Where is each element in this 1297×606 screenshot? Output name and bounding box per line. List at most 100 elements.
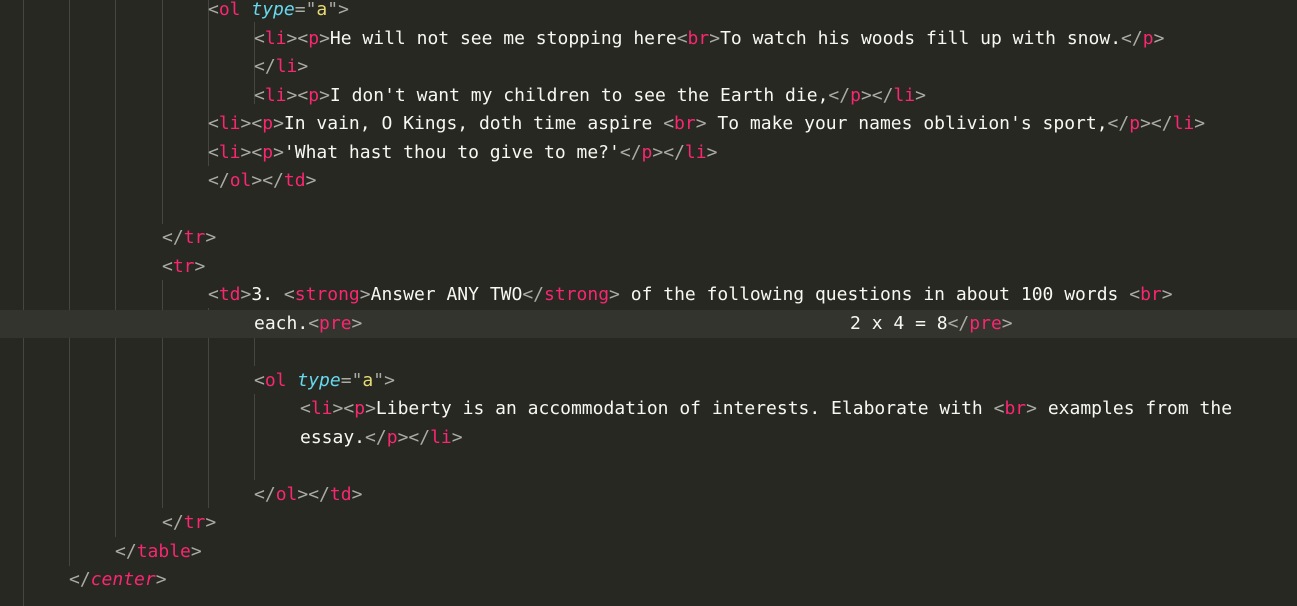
code-token: type: [251, 0, 295, 20]
code-line[interactable]: essay.</p></li>: [0, 424, 1297, 453]
code-token: p: [308, 27, 320, 49]
code-token: ></: [652, 141, 685, 163]
code-line[interactable]: </li>: [0, 53, 1297, 82]
code-token: >: [915, 84, 926, 106]
code-token: li: [218, 141, 241, 163]
code-token: 3.: [251, 284, 284, 305]
code-token: I don't want my children to see the Eart…: [329, 84, 829, 106]
code-token: ><: [240, 141, 263, 163]
code-token: In vain, O Kings, doth time aspire: [283, 113, 664, 134]
code-token: li: [218, 113, 241, 134]
code-token: li: [275, 56, 298, 77]
code-token: li: [893, 84, 916, 106]
code-token: >: [695, 113, 707, 134]
code-token: type: [297, 369, 341, 391]
code-token: tr: [172, 255, 195, 277]
code-line[interactable]: </table>: [0, 538, 1297, 567]
code-token: li: [264, 27, 287, 49]
code-line[interactable]: [0, 338, 1297, 367]
code-line[interactable]: <li><p>In vain, O Kings, doth time aspir…: [0, 110, 1297, 139]
code-token: </: [254, 56, 276, 77]
code-token: </: [254, 483, 276, 505]
code-token: td: [218, 284, 241, 305]
code-token: He will not see me stopping here: [329, 27, 677, 49]
code-token: strong: [544, 284, 610, 305]
code-token: ><: [286, 84, 309, 106]
code-token: <: [162, 255, 173, 277]
code-token: <: [663, 113, 675, 134]
code-token: </: [115, 540, 137, 562]
code-token: >: [351, 312, 363, 334]
code-token: </: [69, 569, 91, 590]
code-token: a: [362, 369, 374, 391]
code-line[interactable]: <li><p>He will not see me stopping here<…: [0, 25, 1297, 54]
code-token: =": [294, 0, 317, 20]
code-token: ol: [218, 0, 241, 20]
code-token: Liberty is an accommodation of interests…: [375, 398, 994, 419]
code-token: <: [1129, 284, 1141, 305]
code-line[interactable]: </ol></td>: [0, 481, 1297, 510]
code-token: =": [340, 369, 363, 391]
code-token: </: [619, 141, 642, 163]
code-token: ><: [332, 398, 355, 419]
code-token: </: [828, 84, 851, 106]
code-token: >: [706, 141, 718, 163]
code-token: >: [1161, 284, 1173, 305]
code-token: <: [308, 312, 320, 334]
code-token: center: [90, 569, 156, 590]
code-token: each.: [254, 312, 309, 334]
code-token: p: [262, 113, 274, 134]
code-token: <: [300, 398, 311, 419]
code-token: strong: [294, 284, 360, 305]
code-line[interactable]: <ol type="a">: [0, 0, 1297, 25]
code-token: <: [283, 284, 295, 305]
code-token: >: [1026, 398, 1037, 419]
code-token: <: [993, 398, 1005, 419]
code-token: </: [162, 227, 184, 248]
code-line[interactable]: [0, 196, 1297, 225]
code-token: pre: [319, 312, 352, 334]
code-token: li: [264, 84, 287, 106]
code-token: ></: [297, 483, 330, 505]
code-token: >: [1194, 113, 1206, 134]
code-token: ol: [275, 483, 298, 505]
code-token: p: [850, 84, 861, 106]
code-line[interactable]: </center>: [0, 566, 1297, 595]
code-token: p: [1129, 113, 1141, 134]
code-token: li: [1172, 113, 1195, 134]
code-line[interactable]: <li><p>I don't want my children to see t…: [0, 82, 1297, 111]
code-token: essay.: [300, 426, 366, 448]
code-token: br: [687, 27, 710, 49]
code-token: >: [273, 141, 284, 163]
code-token: ></: [1140, 113, 1173, 134]
code-line[interactable]: </ol></td>: [0, 167, 1297, 196]
code-token: p: [262, 141, 274, 163]
code-token: table: [136, 540, 191, 562]
code-token: >: [240, 284, 252, 305]
code-token: td: [283, 170, 306, 191]
code-line[interactable]: <ol type="a">: [0, 367, 1297, 396]
code-token: >: [359, 284, 371, 305]
code-token: tr: [183, 227, 206, 248]
code-token: p: [354, 398, 366, 419]
code-token: >: [305, 170, 317, 191]
code-line[interactable]: </tr>: [0, 224, 1297, 253]
code-token: ></: [397, 426, 431, 448]
code-token: ol: [264, 369, 287, 391]
code-line[interactable]: <td>3. <strong>Answer ANY TWO</strong> o…: [0, 281, 1297, 310]
code-token: pre: [969, 312, 1002, 334]
code-editor[interactable]: <ol type="a"> <li><p>He will not see me s…: [0, 0, 1297, 606]
code-line[interactable]: </tr>: [0, 509, 1297, 538]
code-token: >: [297, 56, 309, 77]
code-token: 'What hast thou to give to me?': [283, 141, 620, 163]
code-line[interactable]: [0, 452, 1297, 481]
code-line[interactable]: <tr>: [0, 253, 1297, 282]
code-line[interactable]: <li><p>'What hast thou to give to me?'</…: [0, 139, 1297, 168]
code-token: examples from the: [1037, 398, 1233, 419]
code-token: </: [365, 426, 387, 448]
code-line[interactable]: <li><p>Liberty is an accommodation of in…: [0, 395, 1297, 424]
code-line[interactable]: each.<pre> 2 x 4 = 8</pre>: [0, 309, 1297, 338]
code-token: br: [1004, 398, 1027, 419]
code-token: <: [208, 141, 219, 163]
